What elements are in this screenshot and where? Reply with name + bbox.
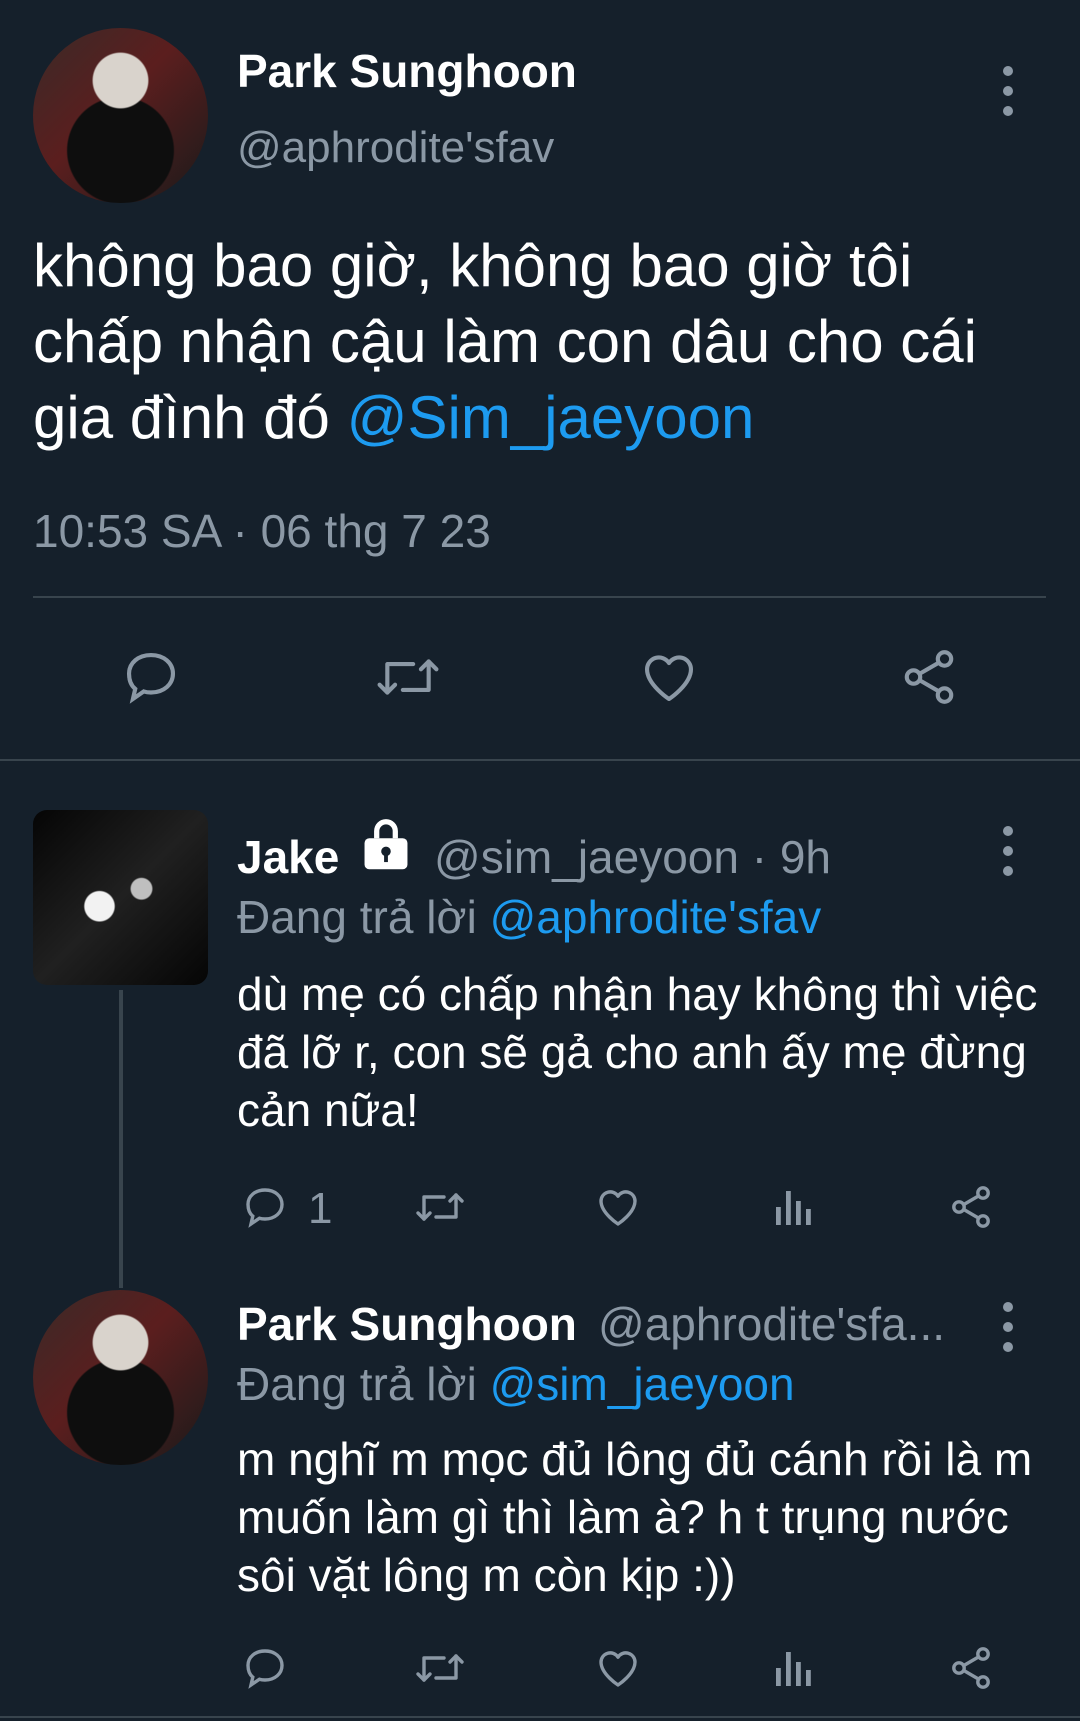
thread-line <box>119 990 123 1288</box>
heart-icon[interactable] <box>592 1183 644 1231</box>
retweet-icon[interactable] <box>410 1644 470 1692</box>
heart-icon[interactable] <box>592 1644 644 1692</box>
mention-link[interactable]: @Sim_jaeyoon <box>347 384 755 451</box>
replying-prefix: Đang trả lời <box>237 1358 490 1410</box>
replying-to: Đang trả lời @aphrodite'sfav <box>237 890 821 944</box>
divider <box>33 596 1046 598</box>
replying-to: Đang trả lời @sim_jaeyoon <box>237 1357 795 1411</box>
tweet-text: không bao giờ, không bao giờ tôi chấp nh… <box>33 228 1043 456</box>
tweet-timestamp[interactable]: 10:53 SA · 06 thg 7 23 <box>33 504 491 558</box>
more-vertical-icon[interactable] <box>1002 1302 1014 1362</box>
heart-icon[interactable] <box>636 646 702 708</box>
section-divider <box>0 759 1080 761</box>
bottom-divider <box>0 1716 1080 1718</box>
share-icon[interactable] <box>946 1644 996 1692</box>
author-name[interactable]: Park Sunghoon <box>237 44 577 98</box>
more-vertical-icon[interactable] <box>1002 826 1014 886</box>
author-name[interactable]: Park Sunghoon <box>237 1297 577 1351</box>
reply-icon[interactable] <box>240 1183 290 1231</box>
author-name[interactable]: Jake <box>237 830 339 884</box>
reply-icon[interactable] <box>240 1644 290 1692</box>
reply-text: dù mẹ có chấp nhận hay không thì việc đã… <box>237 968 1038 1136</box>
avatar[interactable] <box>33 28 208 203</box>
reply-count: 1 <box>308 1184 333 1233</box>
replying-prefix: Đang trả lời <box>237 891 490 943</box>
author-handle[interactable]: @aphrodite'sfa... <box>598 1297 945 1351</box>
reply-text: m nghĩ m mọc đủ lông đủ cánh rồi là m mu… <box>237 1433 1033 1601</box>
avatar[interactable] <box>33 1290 208 1465</box>
lock-icon <box>356 812 416 874</box>
share-icon[interactable] <box>896 646 962 708</box>
views-icon[interactable] <box>770 1644 818 1692</box>
share-icon[interactable] <box>946 1183 996 1231</box>
avatar[interactable] <box>33 810 208 985</box>
replying-to-link[interactable]: @sim_jaeyoon <box>490 1358 795 1410</box>
retweet-icon[interactable] <box>410 1183 470 1231</box>
author-handle-time[interactable]: @sim_jaeyoon · 9h <box>434 830 831 884</box>
replying-to-link[interactable]: @aphrodite'sfav <box>490 891 822 943</box>
views-icon[interactable] <box>770 1183 818 1231</box>
retweet-icon[interactable] <box>370 646 446 708</box>
author-handle[interactable]: @aphrodite'sfav <box>237 123 554 173</box>
more-vertical-icon[interactable] <box>1002 66 1014 126</box>
reply-icon[interactable] <box>118 646 184 708</box>
